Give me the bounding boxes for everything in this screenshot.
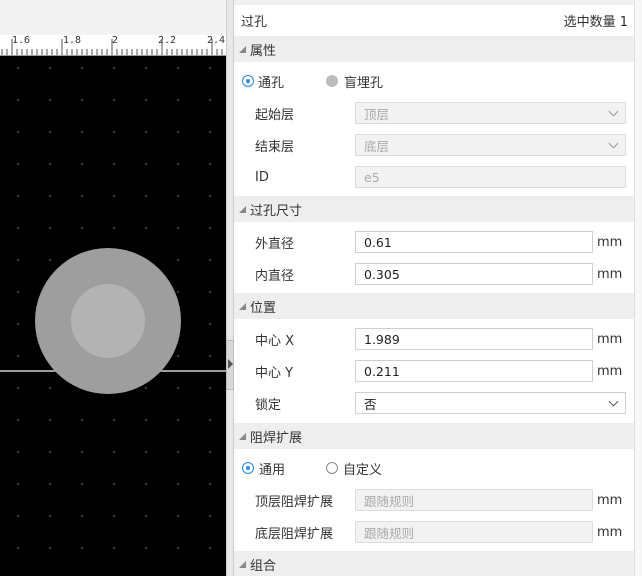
outer-diameter-label: 外直径: [255, 236, 295, 252]
horizontal-ruler: 1.6 1.8 2 2.2 2.4: [0, 35, 230, 56]
panel-splitter[interactable]: [226, 0, 234, 576]
collapse-triangle-icon: [239, 560, 246, 568]
collapse-triangle-icon: [239, 302, 246, 310]
unit-label: mm: [597, 234, 623, 250]
center-y-row: 中心 Y 0.211 mm: [234, 355, 634, 387]
panel-title: 过孔: [241, 14, 268, 30]
right-side-tab-strip[interactable]: [634, 0, 642, 576]
inner-diameter-input[interactable]: 0.305: [355, 263, 593, 285]
canvas-drawing: [0, 67, 230, 549]
top-solder-mask-row: 顶层阻焊扩展 跟随规则 mm: [234, 484, 634, 516]
end-layer-row: 结束层 底层: [234, 129, 634, 161]
section-solder-mask-header[interactable]: 阻焊扩展: [234, 423, 634, 449]
id-value: e5: [364, 169, 380, 185]
via-type-row: 通孔 盲埋孔: [234, 65, 634, 97]
bottom-solder-mask-label: 底层阻焊扩展: [255, 526, 334, 542]
center-x-row: 中心 X 1.989 mm: [234, 323, 634, 355]
radio-through-hole[interactable]: [242, 75, 254, 87]
ruler-label: 1.6: [12, 35, 31, 46]
collapse-triangle-icon: [239, 45, 246, 53]
id-row: ID e5: [234, 161, 634, 193]
section-title: 位置: [250, 300, 277, 316]
center-x-input[interactable]: 1.989: [355, 328, 593, 350]
section-via-size-header[interactable]: 过孔尺寸: [234, 196, 634, 222]
center-x-value: 1.989: [364, 331, 400, 347]
radio-general[interactable]: [242, 462, 254, 474]
start-layer-label: 起始层: [255, 107, 295, 123]
via-drill-hole: [71, 284, 145, 358]
center-y-value: 0.211: [364, 363, 400, 379]
start-layer-row: 起始层 顶层: [234, 97, 634, 129]
unit-label: mm: [597, 492, 623, 508]
inner-diameter-label: 内直径: [255, 268, 295, 284]
bottom-solder-mask-input[interactable]: 跟随规则: [355, 521, 593, 543]
end-layer-value: 底层: [364, 138, 390, 154]
outer-diameter-value: 0.61: [364, 234, 392, 250]
inner-diameter-value: 0.305: [364, 266, 400, 282]
bottom-solder-mask-value: 跟随规则: [364, 525, 415, 541]
top-solder-mask-input[interactable]: 跟随规则: [355, 489, 593, 511]
canvas-toolbar-strip: [0, 0, 230, 36]
selected-count-value: 1: [619, 14, 628, 30]
solder-mask-mode-row: 通用 自定义: [234, 452, 634, 484]
start-layer-select[interactable]: 顶层: [355, 102, 626, 124]
top-solder-mask-label: 顶层阻焊扩展: [255, 494, 334, 510]
center-y-input[interactable]: 0.211: [355, 360, 593, 382]
collapse-triangle-icon: [239, 432, 246, 440]
locked-select[interactable]: 否: [355, 392, 626, 414]
locked-value: 否: [364, 396, 377, 412]
pcb-canvas[interactable]: 1.6 1.8 2 2.2 2.4: [0, 0, 230, 576]
outer-diameter-input[interactable]: 0.61: [355, 231, 593, 253]
unit-label: mm: [597, 266, 623, 282]
bottom-solder-mask-row: 底层阻焊扩展 跟随规则 mm: [234, 516, 634, 548]
section-group-header[interactable]: 组合: [234, 551, 634, 576]
top-solder-mask-value: 跟随规则: [364, 493, 415, 509]
end-layer-label: 结束层: [255, 139, 295, 155]
radio-blind-buried[interactable]: [326, 75, 338, 87]
radio-label-general: 通用: [259, 462, 286, 478]
ruler-label: 2.2: [158, 35, 177, 46]
section-attributes-header[interactable]: 属性: [234, 36, 634, 62]
radio-label-through-hole: 通孔: [258, 75, 285, 91]
chevron-down-icon: [608, 138, 619, 149]
center-x-label: 中心 X: [255, 333, 295, 349]
unit-label: mm: [597, 524, 623, 540]
ruler-label: 1.8: [63, 35, 82, 46]
locked-label: 锁定: [255, 397, 282, 413]
locked-row: 锁定 否: [234, 387, 634, 419]
collapse-triangle-icon: [239, 205, 246, 213]
property-panel: 过孔 选中数量 1 属性 通孔 盲埋孔 起始层 顶层 结束层 底层 ID e5: [234, 5, 634, 576]
ruler-label: 2: [112, 35, 119, 46]
id-field[interactable]: e5: [355, 166, 626, 188]
unit-label: mm: [597, 331, 623, 347]
selection-count: 选中数量 1: [564, 11, 628, 30]
chevron-down-icon: [608, 396, 619, 407]
chevron-down-icon: [608, 106, 619, 117]
start-layer-value: 顶层: [364, 106, 390, 122]
radio-label-custom: 自定义: [343, 462, 383, 478]
inner-diameter-row: 内直径 0.305 mm: [234, 258, 634, 290]
section-title: 阻焊扩展: [250, 430, 303, 446]
section-title: 过孔尺寸: [250, 203, 303, 219]
center-y-label: 中心 Y: [255, 365, 294, 381]
end-layer-select[interactable]: 底层: [355, 134, 626, 156]
outer-diameter-row: 外直径 0.61 mm: [234, 226, 634, 258]
ruler-label: 2.4: [207, 35, 226, 46]
collapse-arrow-icon: [228, 359, 233, 369]
radio-label-blind-buried: 盲埋孔: [344, 75, 384, 91]
selected-count-label: 选中数量: [563, 14, 616, 30]
unit-label: mm: [597, 363, 623, 379]
section-title: 组合: [250, 558, 277, 574]
radio-custom[interactable]: [326, 462, 338, 474]
id-label: ID: [255, 169, 269, 185]
panel-header: 过孔 选中数量 1: [234, 5, 634, 35]
section-title: 属性: [250, 43, 277, 59]
section-position-header[interactable]: 位置: [234, 293, 634, 319]
